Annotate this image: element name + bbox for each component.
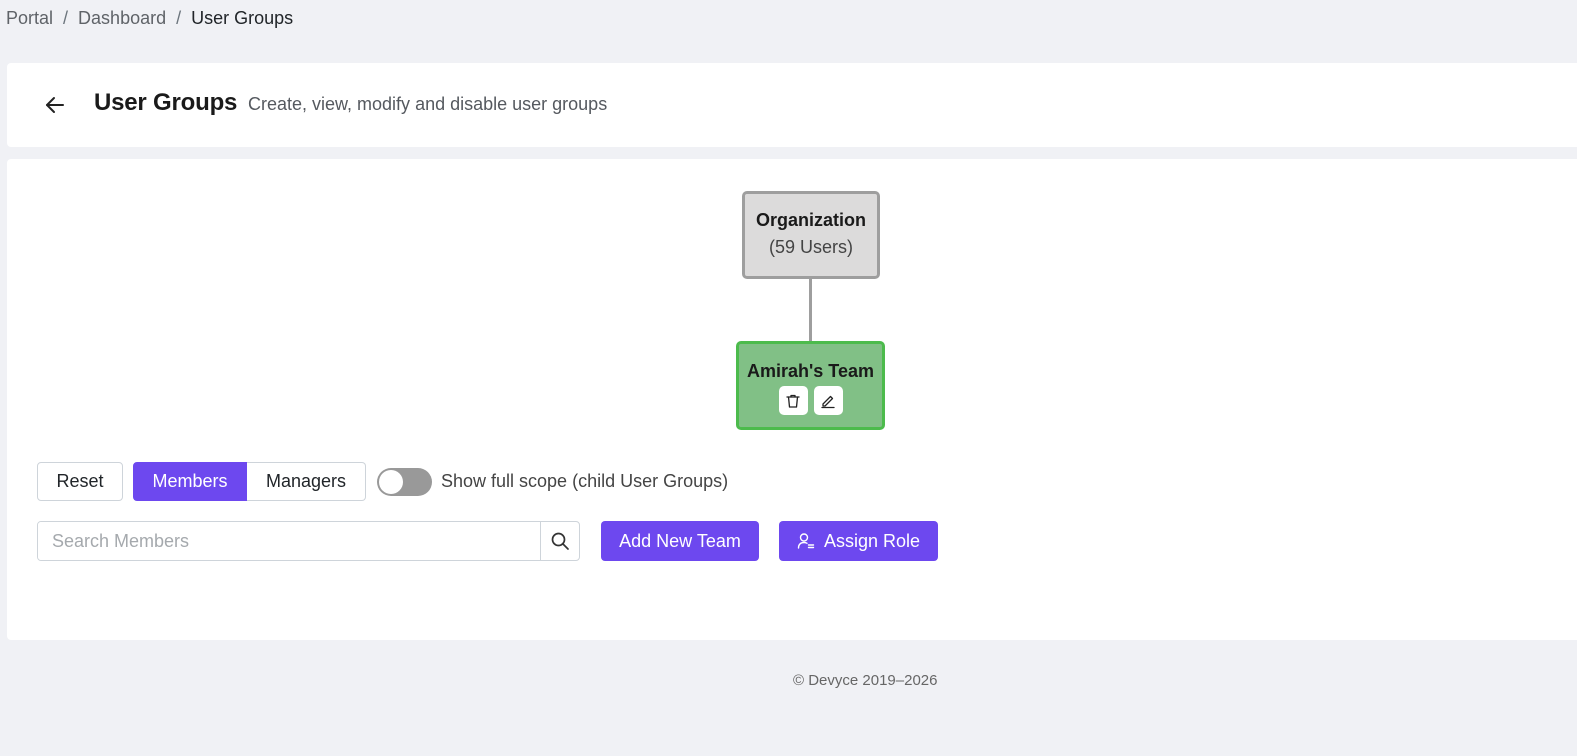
- assign-role-button[interactable]: Assign Role: [779, 521, 938, 561]
- search-and-actions: Add New Team Assign Role: [37, 521, 938, 561]
- breadcrumb-separator: /: [63, 8, 69, 28]
- reset-button[interactable]: Reset: [37, 462, 123, 501]
- team-node[interactable]: Amirah's Team: [736, 341, 885, 430]
- show-full-scope-switch[interactable]: [377, 467, 432, 496]
- pencil-icon: [821, 395, 835, 408]
- add-new-team-button[interactable]: Add New Team: [601, 521, 759, 561]
- user-role-icon: [797, 533, 815, 549]
- footer-copyright: © Devyce 2019–2026: [793, 672, 938, 689]
- search-icon: [551, 532, 569, 550]
- delete-team-button[interactable]: [778, 386, 808, 415]
- edit-team-button[interactable]: [813, 386, 843, 415]
- user-groups-panel: Organization (59 Users) Amirah's Team Re…: [7, 159, 1577, 640]
- search-button[interactable]: [540, 522, 579, 560]
- search-box: [37, 521, 580, 561]
- breadcrumb: Portal / Dashboard / User Groups: [6, 8, 293, 29]
- filter-controls: Reset Members Managers Show full scope (…: [37, 462, 728, 501]
- switch-knob: [379, 469, 403, 494]
- page-header: User Groups Create, view, modify and dis…: [7, 63, 1577, 147]
- tree-connector: [809, 279, 812, 341]
- breadcrumb-dashboard-link[interactable]: Dashboard: [78, 8, 166, 29]
- trash-icon: [786, 394, 800, 408]
- members-tab[interactable]: Members: [133, 462, 247, 501]
- assign-role-label: Assign Role: [823, 530, 921, 551]
- breadcrumb-separator: /: [176, 8, 182, 28]
- back-button[interactable]: [41, 91, 69, 119]
- breadcrumb-portal-link[interactable]: Portal: [6, 8, 53, 29]
- view-toggle-group: Members Managers: [133, 462, 366, 501]
- show-full-scope-label: Show full scope (child User Groups): [441, 471, 729, 491]
- organization-user-count: (59 Users): [768, 237, 853, 257]
- breadcrumb-current: User Groups: [191, 8, 294, 28]
- search-input[interactable]: [38, 522, 540, 560]
- organization-node[interactable]: Organization (59 Users): [742, 191, 880, 279]
- organization-node-name: Organization: [755, 210, 866, 230]
- team-node-actions: [739, 386, 882, 415]
- team-node-name: Amirah's Team: [747, 361, 874, 381]
- page-subtitle: Create, view, modify and disable user gr…: [248, 94, 608, 114]
- arrow-left-icon: [46, 97, 64, 113]
- managers-tab[interactable]: Managers: [247, 462, 366, 501]
- page-title: User Groups: [94, 89, 238, 116]
